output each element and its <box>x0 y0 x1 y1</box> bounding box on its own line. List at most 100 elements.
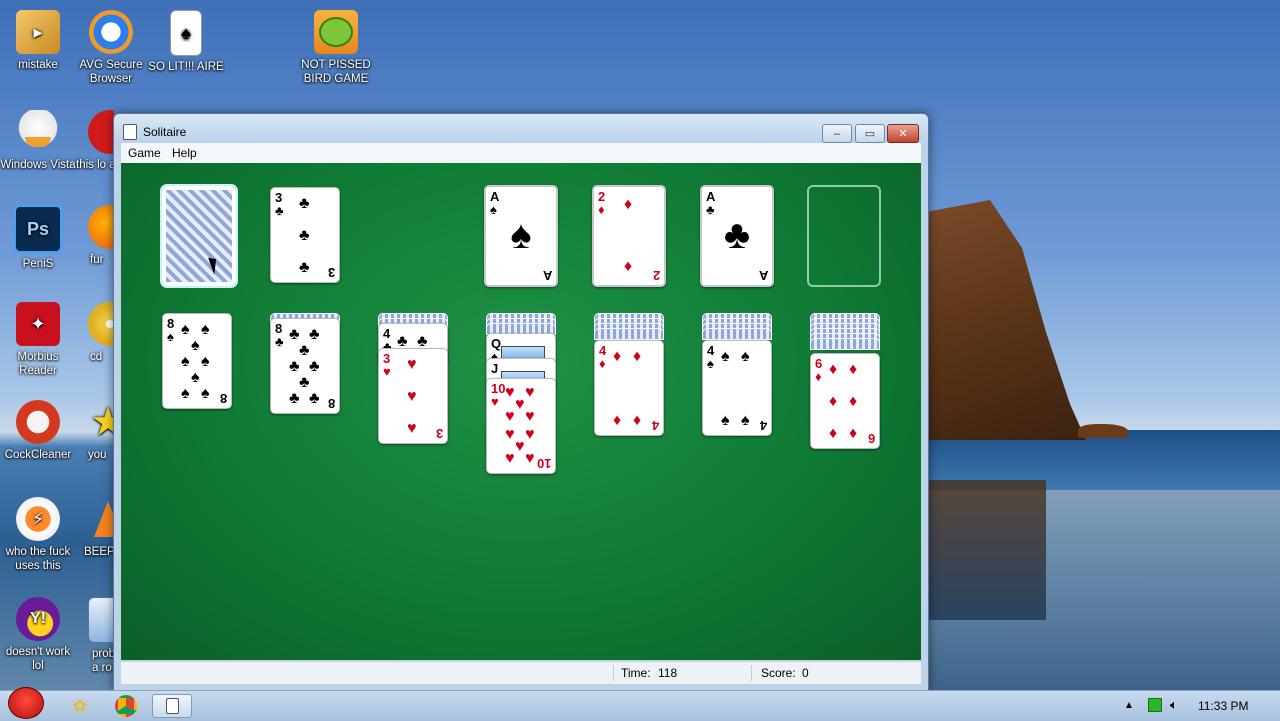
cd-icon <box>88 302 114 346</box>
card-pip: ♦ <box>829 361 838 378</box>
card-pip: ♣ <box>309 390 320 407</box>
card-pip: ♥ <box>505 426 515 443</box>
desktop-icon-yahoo[interactable]: Y! doesn't work lol <box>0 597 76 673</box>
card-rank: 8 <box>327 396 335 411</box>
tableau-3-card-3-hearts[interactable]: 3 ♥ ♥ ♥ ♥ 3 <box>378 348 448 444</box>
explorer-icon: ✿ <box>73 698 87 715</box>
card-rank: 6 ♦ <box>815 356 823 384</box>
start-button[interactable] <box>4 685 48 721</box>
desktop-cliff-reflection <box>926 480 1046 620</box>
close-button[interactable]: ✕ <box>887 124 919 143</box>
desktop-rock <box>1078 424 1128 438</box>
foundation-spades[interactable]: A ♠ ♠ A <box>484 185 558 287</box>
time-value: 118 <box>658 666 678 680</box>
volume-icon[interactable]: 🔈︎ <box>1170 697 1178 713</box>
card-pip: ♥ <box>505 450 515 467</box>
clock[interactable]: 11:33 PM <box>1198 699 1248 713</box>
menu-help[interactable]: Help <box>168 146 201 160</box>
card-pip: ♥ <box>525 408 535 425</box>
tableau-6-hidden-card <box>702 328 772 340</box>
status-bar: Time: 118 Score: 0 <box>121 661 921 684</box>
card-pip: ♥ <box>525 384 535 401</box>
card-pip: ♦ <box>829 393 838 410</box>
card-pip: ♠ <box>721 412 730 429</box>
card-rank: A ♣ <box>706 189 716 217</box>
desktop-icon-partial-red[interactable]: this lo a vagi <box>72 110 114 172</box>
card-pip: ♥ <box>515 396 525 413</box>
vlc-cone-icon <box>86 497 114 541</box>
foundation-clubs[interactable]: A ♣ ♣ A <box>700 185 774 287</box>
card-pip: ♦ <box>849 393 858 410</box>
tableau-5-hidden-card <box>594 328 664 340</box>
card-pip: ♥ <box>407 388 417 405</box>
desktop-icon-document[interactable]: probab a ro <box>72 597 114 675</box>
start-orb-icon <box>8 687 44 719</box>
desktop-icon-pig-game[interactable]: NOT PISSED BIRD GAME <box>298 10 374 86</box>
tableau-1-card[interactable]: 8 ♠ ♠ ♠ ♠ ♠ ♠ ♠ ♠ ♠ 8 <box>162 313 232 409</box>
desktop-icon-mistake[interactable]: ▸ mistake <box>0 10 76 72</box>
card-pip: ♦ <box>613 412 622 429</box>
stock-pile[interactable] <box>160 184 238 288</box>
card-pip: ♥ <box>515 438 525 455</box>
card-rank: 10 ♥ <box>491 381 506 409</box>
card-rank: 10 <box>536 456 551 471</box>
taskbar-solitaire[interactable] <box>152 694 192 718</box>
card-pip: ♣ <box>299 195 310 212</box>
card-pip: ♦ <box>829 425 838 442</box>
tableau-5-card[interactable]: 4 ♦ ♦ ♦ ♦ ♦ 4 <box>594 340 664 436</box>
desktop-icon-avg-browser[interactable]: AVG Secure Browser <box>73 10 149 86</box>
green-pig-icon <box>314 10 358 54</box>
tableau-7-card[interactable]: 6 ♦ ♦ ♦ ♦ ♦ ♦ ♦ 6 <box>810 353 880 449</box>
card-rank: 2 <box>652 268 660 283</box>
score-label: Score: <box>761 666 796 680</box>
desktop-icon-photoshop[interactable]: Ps PeniS <box>0 205 76 271</box>
menu-bar: Game Help <box>121 143 921 163</box>
card-pip: ♦ <box>613 348 622 365</box>
desktop-icon-lightning[interactable]: ⚡ who the fuck uses this <box>0 497 76 573</box>
card-rank: A <box>758 268 768 283</box>
card-rank: 4 ♠ <box>707 343 715 371</box>
card-pip: ♣ <box>299 342 310 359</box>
card-pip: ♦ <box>849 425 858 442</box>
card-rank: 3 ♥ <box>383 351 391 379</box>
acrobat-icon: ✦ <box>16 302 60 346</box>
card-pip: ♣ <box>299 259 310 276</box>
status-separator <box>751 665 752 681</box>
card-pip: ♣ <box>299 227 310 244</box>
card-pip: ♦ <box>633 412 642 429</box>
desktop-icon-acrobat[interactable]: ✦ Morbius Reader <box>0 302 76 378</box>
solitaire-icon <box>165 698 179 714</box>
card-pip: ♥ <box>525 426 535 443</box>
yahoo-messenger-icon: Y! <box>16 597 60 641</box>
card-pip: ♠ <box>741 412 750 429</box>
minimize-button[interactable]: ‒ <box>822 124 852 143</box>
desktop-icon-star[interactable]: ★ you <box>72 400 114 462</box>
tableau-6-card[interactable]: 4 ♠ ♠ ♠ ♠ ♠ 4 <box>702 340 772 436</box>
maximize-button[interactable]: ▭ <box>855 124 885 143</box>
photoshop-icon: Ps <box>14 205 62 253</box>
card-pip: ♠ <box>721 348 730 365</box>
tableau-4-card-10-hearts[interactable]: 10 ♥ ♥ ♥ ♥ ♥ ♥ ♥ ♥ ♥ ♥ ♥ 10 <box>486 378 556 474</box>
taskbar-chrome[interactable] <box>106 694 146 718</box>
desktop-icon-firefox[interactable]: fur <box>72 205 114 267</box>
card-pip: ♥ <box>525 450 535 467</box>
card-pip: ♦ <box>633 348 642 365</box>
show-hidden-icons-icon[interactable]: ▲ <box>1124 700 1134 711</box>
foundation-empty-slot[interactable] <box>807 185 881 287</box>
desktop-icon-ccleaner[interactable]: CockCleaner <box>0 400 76 462</box>
tableau-2-card[interactable]: 8 ♣ ♣ ♣ ♣ ♣ ♣ ♣ ♣ ♣ 8 <box>270 318 340 414</box>
desktop-icon-vlc[interactable]: BEEP <box>72 497 114 559</box>
card-pip: ♥ <box>505 408 515 425</box>
network-icon[interactable] <box>1148 698 1162 712</box>
waste-card[interactable]: 3 ♣ ♣ ♣ ♣ 3 <box>270 187 340 283</box>
title-bar[interactable]: Solitaire ‒ ▭ ✕ <box>114 114 928 146</box>
desktop-icon-windows-vista[interactable]: Windows Vista <box>0 110 76 172</box>
card-pip: ♠ <box>191 337 200 354</box>
taskbar-explorer[interactable]: ✿ <box>60 694 100 718</box>
foundation-diamonds[interactable]: 2 ♦ ♦ ♦ 2 <box>592 185 666 287</box>
card-pip: ♠ <box>201 353 210 370</box>
desktop-icon-cd[interactable]: cd <box>72 302 114 364</box>
card-rank: A <box>542 268 552 283</box>
desktop-icon-solitaire[interactable]: ♠ SO LIT!!! AIRE <box>148 10 224 74</box>
menu-game[interactable]: Game <box>124 146 165 160</box>
